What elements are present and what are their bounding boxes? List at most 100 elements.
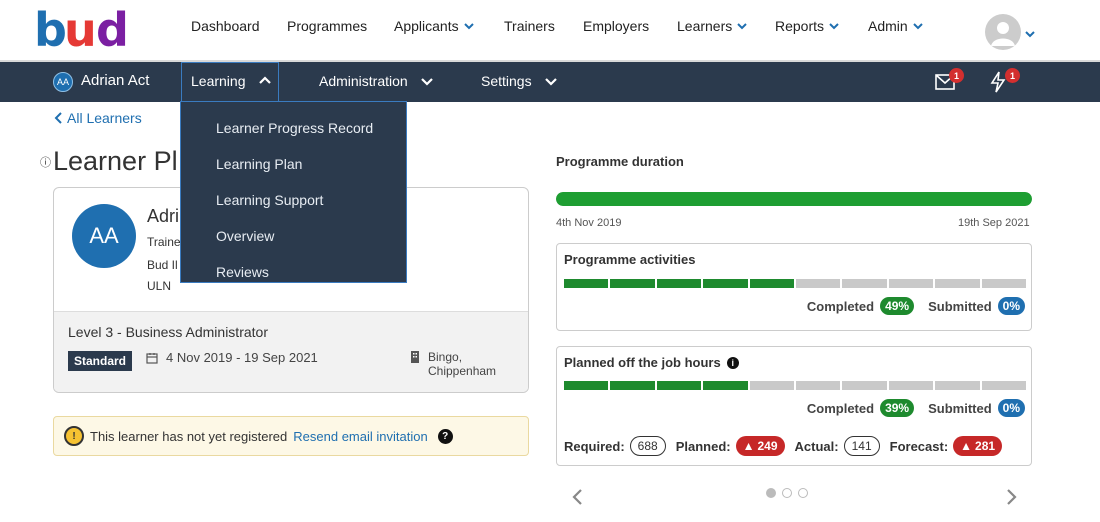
programme-duration-title: Programme duration	[556, 154, 684, 169]
dropdown-item-overview[interactable]: Overview	[181, 218, 406, 254]
chevron-down-icon	[463, 23, 474, 30]
nav-applicants-label: Applicants	[394, 18, 459, 34]
nav-trainers[interactable]: Trainers	[504, 18, 555, 34]
carousel-dots	[766, 488, 808, 498]
learner-card-trainer: Traine	[147, 235, 181, 249]
nav-admin-label: Admin	[868, 18, 908, 34]
nav-dashboard[interactable]: Dashboard	[191, 18, 260, 34]
chevron-left-icon	[54, 112, 62, 124]
back-to-all-learners-link[interactable]: All Learners	[53, 110, 142, 126]
nav-programmes[interactable]: Programmes	[287, 18, 367, 34]
forecast-value: 281	[975, 439, 996, 453]
top-navbar: b u d Dashboard Programmes Applicants Tr…	[0, 0, 1100, 62]
duration-end-date: 19th Sep 2021	[958, 217, 1030, 229]
off-job-segment	[703, 381, 748, 390]
completed-value: 39%	[880, 399, 915, 417]
learner-avatar: AA	[72, 204, 136, 268]
learner-subnav: AA Adrian Act Learning Administration Se…	[0, 62, 1100, 102]
course-name: Level 3 - Business Administrator	[68, 324, 268, 340]
calendar-icon	[146, 352, 158, 364]
off-job-stats: Completed 39% Submitted 0%	[807, 399, 1025, 417]
off-job-segment	[842, 381, 887, 390]
nav-employers[interactable]: Employers	[583, 18, 649, 34]
help-icon[interactable]: ?	[437, 428, 453, 444]
activities-progress-bar	[564, 279, 1027, 288]
required-label: Required:	[564, 438, 625, 454]
carousel-dot-3[interactable]	[798, 488, 808, 498]
course-dates-text: 4 Nov 2019 - 19 Sep 2021	[166, 350, 318, 365]
planned-value: 249	[757, 439, 778, 453]
off-job-segment	[656, 381, 702, 390]
user-avatar[interactable]	[985, 14, 1021, 50]
carousel-next-chevron-icon[interactable]	[1005, 488, 1019, 506]
duration-start-date: 4th Nov 2019	[556, 217, 622, 229]
carousel-dot-2[interactable]	[782, 488, 792, 498]
carousel-dot-1[interactable]	[766, 488, 776, 498]
submitted-value: 0%	[997, 399, 1025, 417]
off-job-progress-bar	[564, 381, 1027, 390]
nav-programmes-label: Programmes	[287, 18, 368, 34]
off-job-segment	[564, 381, 609, 390]
course-dates: 4 Nov 2019 - 19 Sep 2021	[146, 350, 318, 365]
completed-label: Completed	[806, 400, 875, 416]
forecast-label: Forecast:	[889, 438, 949, 454]
learner-initials-badge: AA	[53, 72, 73, 92]
dropdown-item-learner-progress-record[interactable]: Learner Progress Record	[181, 110, 406, 146]
page-title-text: Learner Pl	[53, 146, 178, 176]
planned-label: Planned:	[675, 438, 731, 454]
resend-invitation-link[interactable]: Resend email invitation	[293, 429, 427, 444]
location-line1: Bingo,	[428, 350, 463, 364]
nav-reports[interactable]: Reports	[775, 18, 840, 34]
nav-admin[interactable]: Admin	[868, 18, 924, 34]
svg-text:u: u	[64, 6, 97, 54]
chevron-up-icon	[258, 76, 271, 84]
learner-card-name: Adri	[147, 206, 180, 226]
nav-employers-label: Employers	[583, 18, 650, 34]
activities-stats: Completed 49% Submitted 0%	[807, 297, 1025, 315]
info-icon[interactable]: i	[726, 356, 739, 369]
off-job-segment	[796, 381, 841, 390]
chevron-down-icon	[544, 78, 557, 86]
learner-name[interactable]: Adrian Act	[81, 72, 149, 89]
menu-settings[interactable]: Settings	[481, 73, 558, 89]
planned-value-badge: ▲ 249	[735, 436, 785, 456]
activities-segment	[935, 279, 980, 288]
dropdown-item-learning-plan[interactable]: Learning Plan	[181, 146, 406, 182]
svg-text:d: d	[96, 6, 129, 54]
dropdown-item-reviews[interactable]: Reviews	[181, 254, 406, 290]
carousel-prev-chevron-icon[interactable]	[570, 488, 584, 506]
chevron-down-icon	[420, 78, 433, 86]
nav-learners[interactable]: Learners	[677, 18, 748, 34]
completed-value: 49%	[880, 297, 915, 315]
lightning-icon[interactable]	[990, 71, 1006, 93]
menu-administration[interactable]: Administration	[319, 73, 434, 89]
nav-dashboard-label: Dashboard	[191, 18, 260, 34]
dropdown-item-learning-support[interactable]: Learning Support	[181, 182, 406, 218]
programme-activities-panel: Programme activities Completed 49% Submi…	[556, 243, 1032, 331]
activities-segment	[564, 279, 609, 288]
programme-duration-bar	[556, 192, 1032, 206]
submitted-label: Submitted	[928, 400, 992, 416]
activities-segment	[610, 279, 655, 288]
standard-badge: Standard	[68, 351, 133, 371]
activities-segment	[888, 279, 934, 288]
nav-applicants[interactable]: Applicants	[394, 18, 475, 34]
info-icon[interactable]: ⓘ	[40, 154, 51, 170]
menu-learning[interactable]: Learning	[191, 73, 272, 89]
chevron-down-icon	[912, 23, 923, 30]
learner-card-footer: Level 3 - Business Administrator Standar…	[54, 311, 528, 392]
nav-reports-label: Reports	[775, 18, 825, 34]
location-line2: Chippenham	[428, 364, 497, 378]
programme-activities-title-text: Programme activities	[564, 252, 696, 267]
learning-dropdown-menu: Learner Progress Record Learning Plan Le…	[180, 101, 407, 283]
activities-segment	[703, 279, 748, 288]
warning-triangle-icon: ▲	[742, 439, 755, 453]
required-value: 688	[629, 436, 666, 456]
activities-segment	[749, 279, 795, 288]
learner-card-uln: ULN	[147, 279, 172, 293]
user-menu-chevron-icon[interactable]	[1024, 28, 1036, 40]
chevron-down-icon	[829, 23, 839, 30]
activities-segment	[842, 279, 887, 288]
menu-administration-label: Administration	[319, 73, 408, 89]
bud-logo[interactable]: b u d	[34, 6, 134, 54]
